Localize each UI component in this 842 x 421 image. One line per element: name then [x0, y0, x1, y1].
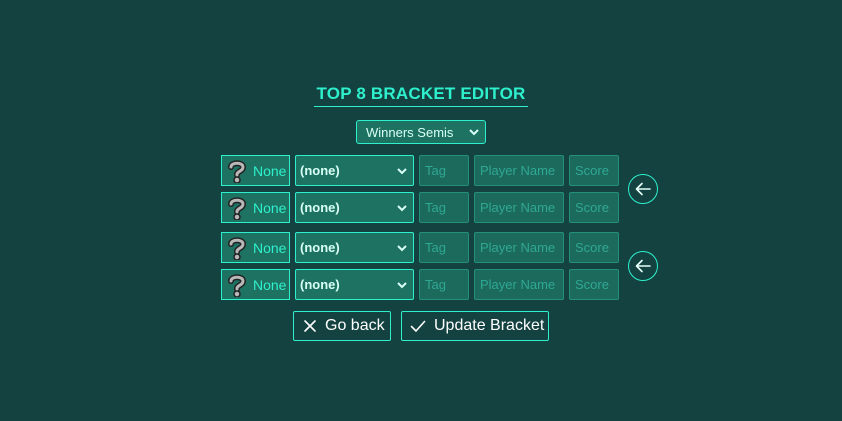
score-input[interactable]: Score — [569, 192, 619, 223]
question-mark-icon — [228, 236, 247, 260]
tag-input[interactable]: Tag — [419, 269, 469, 300]
tag-placeholder: Tag — [425, 163, 446, 178]
character-label: None — [253, 239, 287, 256]
tag-input[interactable]: Tag — [419, 155, 469, 186]
page-title-text: TOP 8 BRACKET EDITOR — [313, 84, 529, 107]
player-name-input[interactable]: Player Name — [474, 192, 564, 223]
page-title: TOP 8 BRACKET EDITOR — [0, 84, 842, 107]
go-back-label: Go back — [325, 317, 385, 334]
update-bracket-button[interactable]: Update Bracket — [401, 311, 549, 341]
player-select-value: (none) — [300, 163, 340, 178]
score-placeholder: Score — [575, 200, 609, 215]
player-name-placeholder: Player Name — [480, 277, 556, 292]
go-back-button[interactable]: Go back — [293, 311, 391, 341]
player-name-input[interactable]: Player Name — [474, 232, 564, 263]
close-icon — [304, 320, 316, 332]
score-placeholder: Score — [575, 240, 609, 255]
player-select[interactable]: (none) — [295, 269, 414, 300]
tag-placeholder: Tag — [425, 200, 446, 215]
arrow-left-icon — [635, 259, 651, 273]
chevron-down-icon — [397, 168, 407, 175]
player-name-placeholder: Player Name — [480, 163, 556, 178]
question-mark-icon — [228, 273, 247, 297]
chevron-down-icon — [469, 129, 479, 136]
player-name-input[interactable]: Player Name — [474, 269, 564, 300]
advance-winner-button[interactable] — [628, 251, 658, 281]
character-button[interactable]: None — [221, 192, 290, 223]
score-input[interactable]: Score — [569, 232, 619, 263]
chevron-down-icon — [397, 282, 407, 289]
round-select[interactable]: Winners Semis — [356, 120, 486, 144]
player-select-value: (none) — [300, 240, 340, 255]
score-placeholder: Score — [575, 163, 609, 178]
question-mark-icon — [228, 159, 247, 183]
tag-input[interactable]: Tag — [419, 192, 469, 223]
chevron-down-icon — [397, 245, 407, 252]
tag-input[interactable]: Tag — [419, 232, 469, 263]
tag-placeholder: Tag — [425, 240, 446, 255]
score-placeholder: Score — [575, 277, 609, 292]
player-select[interactable]: (none) — [295, 155, 414, 186]
player-select[interactable]: (none) — [295, 192, 414, 223]
score-input[interactable]: Score — [569, 155, 619, 186]
player-select-value: (none) — [300, 200, 340, 215]
character-label: None — [253, 276, 287, 293]
check-icon — [410, 320, 426, 332]
advance-winner-button[interactable] — [628, 174, 658, 204]
character-button[interactable]: None — [221, 232, 290, 263]
character-button[interactable]: None — [221, 269, 290, 300]
character-label: None — [253, 199, 287, 216]
arrow-left-icon — [635, 182, 651, 196]
player-select-value: (none) — [300, 277, 340, 292]
update-bracket-label: Update Bracket — [434, 317, 545, 334]
player-select[interactable]: (none) — [295, 232, 414, 263]
question-mark-icon — [228, 196, 247, 220]
round-select-value: Winners Semis — [366, 124, 454, 140]
score-input[interactable]: Score — [569, 269, 619, 300]
player-name-placeholder: Player Name — [480, 240, 556, 255]
player-name-input[interactable]: Player Name — [474, 155, 564, 186]
character-button[interactable]: None — [221, 155, 290, 186]
character-label: None — [253, 162, 287, 179]
tag-placeholder: Tag — [425, 277, 446, 292]
player-name-placeholder: Player Name — [480, 200, 556, 215]
chevron-down-icon — [397, 205, 407, 212]
